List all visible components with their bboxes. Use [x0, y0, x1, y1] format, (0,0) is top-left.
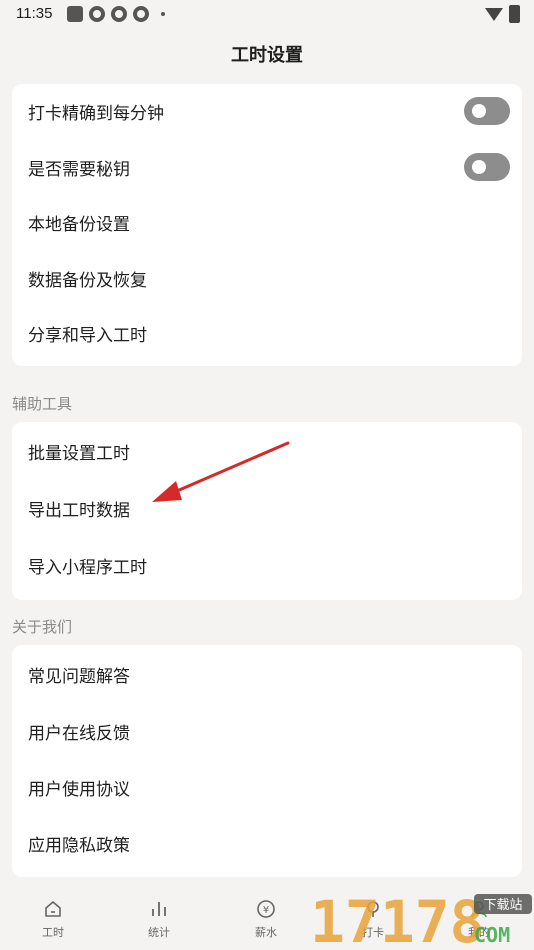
- about-row-privacy[interactable]: 应用隐私政策: [12, 815, 522, 871]
- setting-row-backup-restore[interactable]: 数据备份及恢复: [12, 251, 522, 307]
- tab-label: 统计: [148, 926, 170, 939]
- notification-app-icon: [111, 6, 127, 22]
- notification-app-icon: [133, 6, 149, 22]
- tool-row-batch-set[interactable]: 批量设置工时: [12, 422, 522, 481]
- status-bar: 11:35: [0, 0, 534, 30]
- setting-row-minute-precision[interactable]: 打卡精确到每分钟: [12, 84, 522, 140]
- site-watermark: 17178 下载站 COM: [310, 888, 532, 950]
- tab-label: 工时: [42, 926, 64, 939]
- watermark-sub: 下载站: [483, 898, 522, 913]
- svg-text:¥: ¥: [263, 905, 269, 916]
- yuan-coin-icon: ¥: [257, 900, 275, 918]
- setting-label: 是否需要秘钥: [28, 159, 130, 180]
- setting-label: 打卡精确到每分钟: [28, 104, 164, 125]
- tools-card: 批量设置工时 导出工时数据 导入小程序工时: [12, 422, 522, 600]
- about-row-agreement[interactable]: 用户使用协议: [12, 759, 522, 815]
- section-label-about: 关于我们: [12, 618, 73, 636]
- setting-row-secret-key[interactable]: 是否需要秘钥: [12, 140, 522, 196]
- about-label: 常见问题解答: [28, 667, 130, 687]
- notification-app-icon: [89, 6, 105, 22]
- tab-worktime[interactable]: 工时: [23, 898, 83, 940]
- setting-row-share-import[interactable]: 分享和导入工时: [12, 306, 522, 362]
- about-row-feedback[interactable]: 用户在线反馈: [12, 704, 522, 759]
- about-label: 用户在线反馈: [28, 724, 130, 744]
- about-row-faq[interactable]: 常见问题解答: [12, 645, 522, 704]
- settings-card: 打卡精确到每分钟 是否需要秘钥 本地备份设置 数据备份及恢复 分享和导入工时: [12, 84, 522, 366]
- home-icon: [45, 901, 61, 917]
- watermark-number: 17178: [310, 888, 485, 950]
- tab-label: 薪水: [255, 926, 277, 939]
- section-label-tools: 辅助工具: [12, 395, 73, 413]
- setting-label: 数据备份及恢复: [28, 270, 147, 291]
- page-title: 工时设置: [231, 45, 303, 66]
- title-bar: 工时设置: [0, 30, 534, 78]
- more-notifications-icon: [161, 12, 165, 16]
- status-time: 11:35: [16, 5, 53, 22]
- tool-label: 导出工时数据: [28, 501, 130, 521]
- setting-label: 分享和导入工时: [28, 326, 147, 347]
- tool-label: 批量设置工时: [28, 444, 130, 464]
- about-label: 用户使用协议: [28, 779, 130, 800]
- tool-label: 导入小程序工时: [28, 557, 147, 578]
- about-label: 应用隐私政策: [28, 835, 130, 856]
- wifi-icon: [485, 7, 503, 21]
- tab-statistics[interactable]: 统计: [129, 898, 189, 940]
- system-icons: [485, 5, 520, 23]
- battery-icon: [509, 5, 520, 23]
- tool-row-import-miniprogram[interactable]: 导入小程序工时: [12, 536, 522, 594]
- bar-chart-icon: [152, 902, 166, 916]
- watermark-domain: COM: [474, 923, 510, 947]
- minute-precision-toggle[interactable]: [464, 97, 510, 125]
- notification-icons: [67, 6, 165, 22]
- setting-label: 本地备份设置: [28, 215, 130, 236]
- notification-square-icon: [67, 6, 83, 22]
- about-card: 常见问题解答 用户在线反馈 用户使用协议 应用隐私政策: [12, 645, 522, 877]
- tab-salary[interactable]: ¥ 薪水: [236, 898, 296, 940]
- tool-row-export-data[interactable]: 导出工时数据: [12, 481, 522, 536]
- secret-key-toggle[interactable]: [464, 152, 510, 181]
- setting-row-local-backup[interactable]: 本地备份设置: [12, 195, 522, 251]
